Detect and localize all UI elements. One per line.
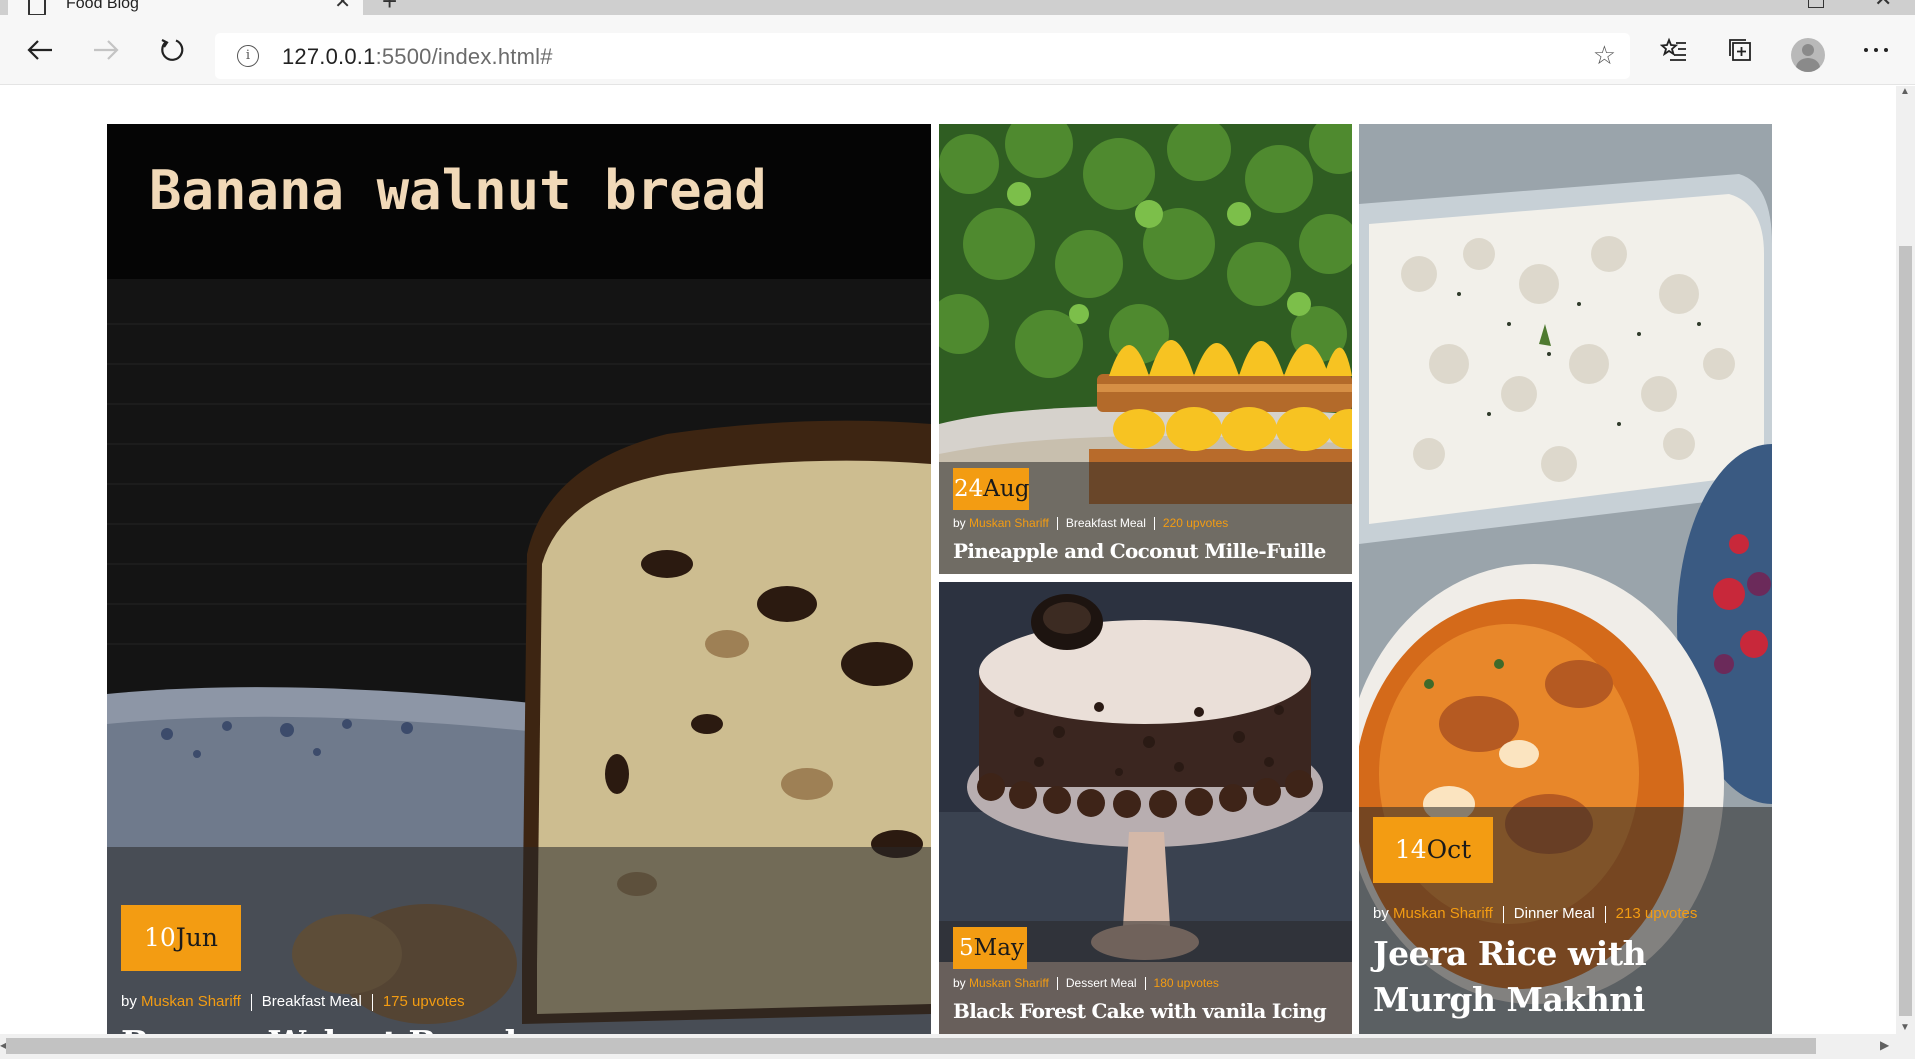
scroll-right-icon[interactable]: ▶ xyxy=(1880,1038,1889,1052)
card-info-overlay: 5May by Muskan Shariff Dessert Meal 180 up… xyxy=(939,921,1352,1034)
close-icon[interactable]: ✕ xyxy=(334,0,351,12)
post-meta: by Muskan Shariff Breakfast Meal 175 upvot… xyxy=(121,993,931,1011)
url-path: :5500/index.html# xyxy=(375,44,553,69)
scroll-down-icon[interactable]: ▼ xyxy=(1900,1022,1910,1033)
divider xyxy=(1144,977,1146,991)
more-icon[interactable] xyxy=(1860,34,1892,66)
date-day: 24 xyxy=(954,476,984,502)
category-label[interactable]: Dinner Meal xyxy=(1514,905,1595,922)
by-label: by xyxy=(953,516,966,530)
by-label: by xyxy=(1373,905,1389,922)
collections-icon[interactable] xyxy=(1724,34,1756,66)
category-label[interactable]: Breakfast Meal xyxy=(1066,516,1146,530)
divider xyxy=(371,993,373,1011)
date-badge: 24Aug xyxy=(953,468,1029,510)
recipe-card-black-forest-cake[interactable]: 5May by Muskan Shariff Dessert Meal 180 up… xyxy=(939,582,1352,1034)
upvotes-count[interactable]: 175 upvotes xyxy=(383,993,465,1010)
post-meta: by Muskan Shariff Dinner Meal 213 upvotes xyxy=(1373,905,1772,923)
window-close-icon[interactable]: ✕ xyxy=(1874,0,1892,10)
tab-title: Food Blog xyxy=(66,0,139,12)
recipe-title[interactable]: Black Forest Cake with vanila Icing xyxy=(953,999,1352,1023)
tab-strip: Food Blog ✕ + ✕ xyxy=(0,0,1915,15)
upvotes-count[interactable]: 180 upvotes xyxy=(1154,976,1219,990)
plus-icon[interactable]: + xyxy=(382,0,397,14)
refresh-icon[interactable] xyxy=(156,34,188,66)
divider xyxy=(1056,517,1058,531)
window-restore-icon[interactable] xyxy=(1808,0,1824,8)
upvotes-count[interactable]: 220 upvotes xyxy=(1163,516,1228,530)
recipe-title[interactable]: Pineapple and Coconut Mille-Fuille xyxy=(953,539,1352,563)
browser-tab[interactable]: Food Blog ✕ xyxy=(8,0,363,15)
url-host: 127.0.0.1 xyxy=(282,44,376,69)
date-badge: 10Jun xyxy=(121,905,241,971)
card-info-overlay: 10Jun by Muskan Shariff Breakfast Meal 175… xyxy=(107,847,931,1034)
divider xyxy=(1604,905,1606,923)
date-day: 5 xyxy=(959,935,974,961)
page-viewport: Banana walnut bread 10Jun by Muskan Shar… xyxy=(0,86,1896,1034)
category-label[interactable]: Dessert Meal xyxy=(1066,976,1137,990)
forward-arrow-icon[interactable] xyxy=(90,34,122,66)
horizontal-scroll-thumb[interactable] xyxy=(6,1038,1816,1054)
date-month: Jun xyxy=(175,923,219,952)
photo-caption-text: Banana walnut bread xyxy=(149,159,767,222)
author-link[interactable]: Muskan Shariff xyxy=(969,976,1049,990)
recipe-title[interactable]: Jeera Rice with Murgh Makhni xyxy=(1373,931,1703,1023)
recipe-card-mille-feuille[interactable]: 24Aug by Muskan Shariff Breakfast Meal 220… xyxy=(939,124,1352,574)
url-text[interactable]: 127.0.0.1:5500/index.html# xyxy=(282,44,553,70)
recipe-card-jeera-rice[interactable]: 14Oct by Muskan Shariff Dinner Meal 213 up… xyxy=(1359,124,1772,1034)
divider xyxy=(1502,905,1504,923)
horizontal-scrollbar[interactable]: ◀ ▶ xyxy=(0,1034,1915,1059)
card-info-overlay: 14Oct by Muskan Shariff Dinner Meal 213 up… xyxy=(1359,807,1772,1034)
by-label: by xyxy=(121,993,137,1010)
info-icon[interactable]: i xyxy=(237,45,259,67)
divider xyxy=(250,993,252,1011)
date-month: May xyxy=(973,935,1024,961)
page-icon xyxy=(28,0,46,15)
recipe-card-banana-bread[interactable]: Banana walnut bread 10Jun by Muskan Shar… xyxy=(107,124,931,1034)
favorites-icon[interactable] xyxy=(1658,34,1690,66)
date-month: Aug xyxy=(983,476,1030,502)
date-badge: 5May xyxy=(953,927,1027,969)
star-icon[interactable]: ☆ xyxy=(1593,42,1616,68)
by-label: by xyxy=(953,976,966,990)
vertical-scrollbar[interactable]: ▲ ▼ xyxy=(1896,86,1915,1034)
recipe-title[interactable]: Banana Walnut Bread xyxy=(121,1023,931,1034)
back-arrow-icon[interactable] xyxy=(24,34,56,66)
scroll-up-icon[interactable]: ▲ xyxy=(1900,86,1910,97)
category-label[interactable]: Breakfast Meal xyxy=(262,993,362,1010)
address-bar[interactable]: i 127.0.0.1:5500/index.html# ☆ xyxy=(215,33,1630,79)
author-link[interactable]: Muskan Shariff xyxy=(141,993,241,1010)
date-day: 10 xyxy=(143,923,176,952)
post-meta: by Muskan Shariff Breakfast Meal 220 upvot… xyxy=(953,516,1352,531)
date-month: Oct xyxy=(1426,835,1472,864)
browser-toolbar: i 127.0.0.1:5500/index.html# ☆ xyxy=(0,15,1915,85)
profile-icon[interactable] xyxy=(1791,38,1825,72)
card-info-overlay: 24Aug by Muskan Shariff Breakfast Meal 220… xyxy=(939,462,1352,574)
post-meta: by Muskan Shariff Dessert Meal 180 upvotes xyxy=(953,976,1352,991)
author-link[interactable]: Muskan Shariff xyxy=(969,516,1049,530)
divider xyxy=(1056,977,1058,991)
vertical-scroll-thumb[interactable] xyxy=(1899,246,1912,1016)
date-day: 14 xyxy=(1394,835,1427,864)
divider xyxy=(1153,517,1155,531)
author-link[interactable]: Muskan Shariff xyxy=(1393,905,1493,922)
date-badge: 14Oct xyxy=(1373,817,1493,883)
upvotes-count[interactable]: 213 upvotes xyxy=(1616,905,1698,922)
